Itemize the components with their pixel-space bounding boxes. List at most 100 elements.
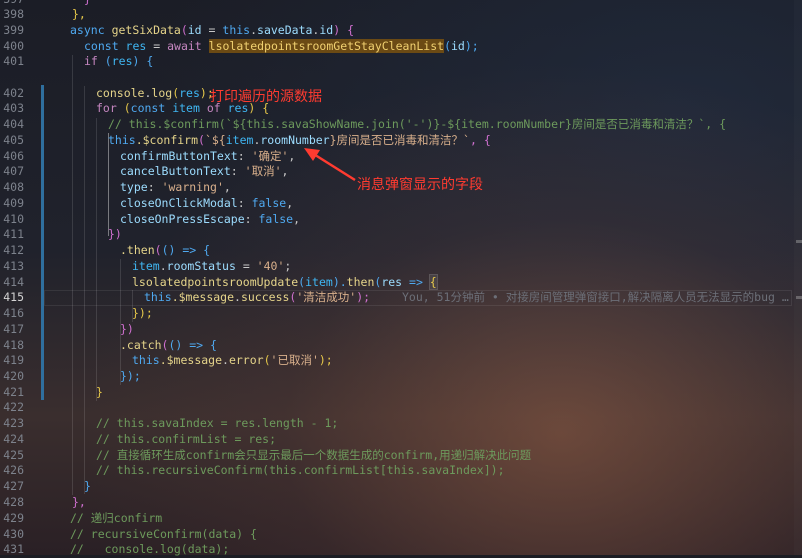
code-token: .$confirm [135,133,199,147]
vertical-scrollbar[interactable] [794,0,802,555]
code-token: '取消' [244,164,282,178]
code-token: ( [180,23,188,37]
code-token: '清洁成功' [296,290,357,304]
code-token: success [240,290,290,304]
code-token: console [96,86,145,100]
code-token: , [281,164,289,178]
code-line-425: // 直接循环生成confirm会只显示最后一个数据生成的confirm,用递归… [48,448,802,464]
code-token: }) [120,322,134,336]
code-token: } [84,479,91,493]
code-token: }) [108,227,122,241]
code-token: , [288,149,296,163]
code-token: item [132,259,160,273]
code-token: confirmButtonText [120,149,238,163]
code-token: . [250,23,258,37]
matched-bracket: { [428,274,438,290]
code-line-423: // this.savaIndex = res.length - 1; [48,416,802,432]
code-comment: // console.log(data); [70,542,230,556]
code-line-428: }, [48,495,802,511]
code-token: } [84,0,91,6]
code-token: log [151,86,173,100]
code-token: ( [444,39,451,53]
annotation-print-source-data: 打印遍历的源数据 [210,89,322,105]
annotation-arrow-icon [304,148,356,182]
code-comment: // this.savaIndex = res.length - 1; [96,416,339,430]
code-token: res [381,275,403,289]
code-token: closeOnPressEscape [120,212,245,226]
code-token: if [84,54,105,68]
code-line-405: this.$confirm(`${item.roomNumber}房间是否已消毒… [48,133,802,149]
code-line-400: const res = await lsolatedpointsroomGetS… [48,39,802,55]
git-blame-annotation[interactable]: You, 51分钟前 • 对接房间管理弹窗接口,解决隔离人员无法显示的bug … [402,290,789,306]
code-line-410: closeOnPressEscape: false, [48,212,802,228]
code-token: . [159,259,167,273]
code-line-403: for (const item of res) { [48,101,802,117]
code-token: ). [332,275,347,289]
code-token: ( [104,54,112,68]
code-token: ( [154,243,162,257]
code-comment: // this.$confirm(`${this.savaShowName.jo… [108,117,727,131]
code-token: , [293,212,301,226]
code-line-398: }, [48,7,802,23]
code-token: ( [123,101,131,115]
code-token: : [244,212,259,226]
code-token: = [235,259,257,273]
code-token: }, [72,495,86,509]
code-line-415: this.$message.success('清洁成功'); You, 51分钟前… [48,290,802,306]
code-token: : [237,149,252,163]
code-token: this [132,353,160,367]
code-line-406: confirmButtonText: '确定', [48,149,802,165]
code-line-404: // this.$confirm(`${this.savaShowName.jo… [48,117,802,133]
code-token: lsolatedpointsroomUpdate [132,275,299,289]
code-token: type [120,180,148,194]
code-token: saveData [257,23,313,37]
code-token: this [144,290,172,304]
code-line-427: } [48,479,802,495]
code-line-430: // recursiveConfirm(data) { [48,527,802,543]
code-line-431: // console.log(data); [48,542,802,558]
code-line-420: }); [48,369,802,385]
code-comment: // 递归confirm [70,511,163,525]
code-token: = [146,39,168,53]
code-token: .$message [159,353,223,367]
code-comment: // this.confirmList = res; [96,432,277,446]
code-comment: // this.recursiveConfirm(this.confirmLis… [96,463,505,477]
code-token: closeOnClickModal [120,196,238,210]
code-token: = [201,23,223,37]
code-line-424: // this.confirmList = res; [48,432,802,448]
code-token: : [230,164,245,178]
code-line-399: async getSixData(id = this.saveData.id) … [48,23,802,39]
code-token: const [130,101,173,115]
code-token: this [222,23,251,37]
code-token: id [451,39,465,53]
code-line-412: .then(() => { [48,243,802,259]
code-token: ( [263,353,271,367]
code-token: ( [198,133,205,147]
code-token: }, [72,7,86,21]
code-token: false [258,212,294,226]
code-token: item [225,133,254,147]
code-area[interactable]: } }, async getSixData(id = this.saveData… [0,0,802,558]
code-token: res [125,39,147,53]
code-line-411: }) [48,227,802,243]
code-line-426: // this.recursiveConfirm(this.confirmLis… [48,463,802,479]
code-token: '40' [256,259,285,273]
code-token: item [172,101,207,115]
code-token: lsolatedpointsroomGetStayCleanList [208,39,445,53]
code-line-419: this.$message.error('已取消'); [48,353,802,369]
code-token: async [70,23,105,37]
code-token: ); [318,353,333,367]
code-token: await [167,39,209,53]
code-token: ); [464,39,479,53]
code-token: roomStatus [166,259,236,273]
code-line-413: item.roomStatus = '40'; [48,259,802,275]
code-line-417: }) [48,322,802,338]
code-token: item [305,275,333,289]
code-token: '已取消' [270,353,319,367]
code-token: cancelButtonText [120,164,231,178]
code-line-429: // 递归confirm [48,511,802,527]
code-comment: // 直接循环生成confirm会只显示最后一个数据生成的confirm,用递归… [96,448,532,462]
code-token: } [96,385,103,399]
code-line-421: } [48,385,802,401]
